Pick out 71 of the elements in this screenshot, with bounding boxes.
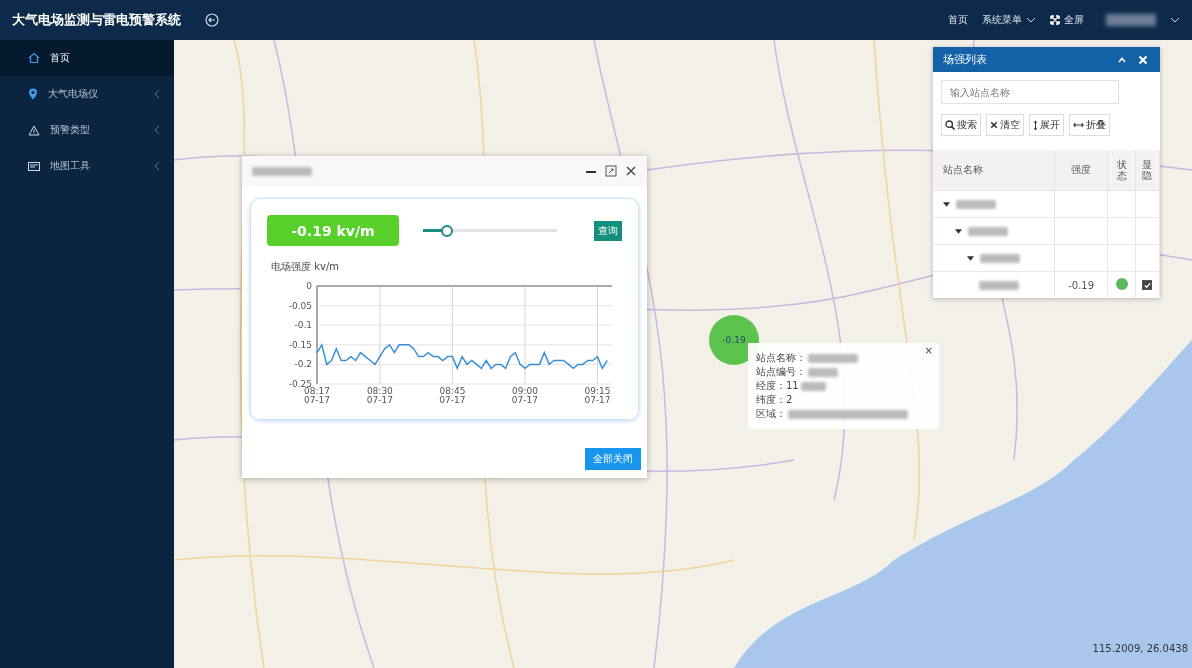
popup-field-label: 站点名称： bbox=[756, 351, 806, 365]
x-tick-label: 08:17 07-17 bbox=[303, 386, 331, 405]
card-icon bbox=[28, 161, 40, 171]
redacted-station-name bbox=[956, 199, 996, 209]
x-tick-label: 09:15 07-17 bbox=[584, 386, 611, 405]
field-strength-reading: -0.19 kv/m bbox=[267, 215, 399, 246]
station-search-field[interactable]: 输入站点名称 bbox=[941, 80, 1119, 104]
location-pin-icon bbox=[28, 88, 38, 100]
close-icon[interactable] bbox=[625, 165, 637, 177]
axis-title: 电场强度 kv/m bbox=[271, 260, 339, 274]
collapse-icon[interactable] bbox=[205, 13, 219, 27]
redacted-value bbox=[808, 367, 838, 377]
caret-icon bbox=[1026, 17, 1036, 23]
redacted-value bbox=[800, 381, 826, 391]
popup-close[interactable]: × bbox=[924, 345, 933, 356]
strength-value: -0.19 bbox=[1068, 279, 1095, 291]
horizontal-arrows-icon bbox=[1073, 122, 1084, 128]
redacted-station-name bbox=[968, 226, 1008, 236]
redacted-value bbox=[808, 353, 858, 363]
app-title: 大气电场监测与雷电预警系统 bbox=[12, 11, 181, 29]
y-tick-label: -0.1 bbox=[294, 320, 312, 331]
y-tick-label: -0.2 bbox=[294, 359, 312, 370]
x-tick-label: 08:45 07-17 bbox=[439, 386, 466, 405]
toolbar-button[interactable]: 清空 bbox=[986, 114, 1024, 136]
fullscreen-icon bbox=[1050, 15, 1060, 25]
maximize-icon[interactable] bbox=[605, 165, 617, 177]
column-header: 站点名称 bbox=[943, 164, 983, 175]
redacted-title bbox=[252, 166, 312, 176]
warning-icon bbox=[28, 124, 40, 136]
search-icon bbox=[945, 120, 955, 130]
sidebar-item[interactable]: 大气电场仪 bbox=[0, 76, 174, 112]
menu-label: 大气电场仪 bbox=[48, 87, 99, 101]
x-tick-label: 09:00 07-17 bbox=[511, 386, 539, 405]
expand-caret-icon[interactable] bbox=[955, 228, 962, 234]
popup-field-label: 站点编号： bbox=[756, 365, 806, 379]
sidebar-item[interactable]: 地图工具 bbox=[0, 148, 174, 184]
y-tick-label: -0.05 bbox=[288, 300, 312, 311]
popup-field-label: 区域： bbox=[756, 407, 786, 421]
expand-caret-icon[interactable] bbox=[967, 255, 974, 261]
popup-field-label: 纬度：2 bbox=[756, 393, 793, 407]
collapse-up-icon[interactable] bbox=[1118, 56, 1126, 63]
toolbar-button[interactable]: 折叠 bbox=[1069, 114, 1110, 136]
toolbar-button[interactable]: 展开 bbox=[1029, 114, 1064, 136]
visibility-checkbox[interactable] bbox=[1142, 280, 1153, 290]
toolbar-button[interactable]: 搜索 bbox=[941, 114, 981, 136]
home-icon bbox=[28, 52, 40, 64]
sidebar-item[interactable]: 首页 bbox=[0, 40, 174, 76]
panel-title: 场强列表 bbox=[943, 52, 987, 67]
fullscreen-button[interactable]: 全屏 bbox=[1050, 13, 1084, 27]
column-header: 强度 bbox=[1071, 164, 1092, 175]
redacted-station-name bbox=[980, 253, 1020, 263]
popup-field-label: 经度：11 bbox=[756, 379, 799, 393]
column-header: 显隐 bbox=[1142, 159, 1153, 181]
caret-icon[interactable] bbox=[1170, 17, 1180, 23]
query-button[interactable]: 查询 bbox=[594, 220, 622, 241]
y-tick-label: -0.15 bbox=[288, 339, 312, 350]
expand-caret-icon[interactable] bbox=[943, 201, 950, 207]
menu-label: 首页 bbox=[50, 51, 71, 65]
column-header: 状态 bbox=[1116, 159, 1127, 181]
x-tick-label: 08:30 07-17 bbox=[366, 386, 393, 405]
redacted-station-name bbox=[979, 280, 1019, 290]
menu-label: 预警类型 bbox=[50, 123, 91, 137]
menu-label: 地图工具 bbox=[50, 159, 91, 173]
clear-icon bbox=[990, 121, 998, 129]
vertical-arrows-icon bbox=[1033, 119, 1038, 131]
cursor-coordinates: 115.2009, 26.0438 bbox=[1092, 643, 1188, 654]
system-menu[interactable]: 系统菜单 bbox=[982, 13, 1036, 27]
slider-thumb[interactable] bbox=[441, 224, 454, 237]
sidebar-item[interactable]: 预警类型 bbox=[0, 112, 174, 148]
y-tick-label: 0 bbox=[306, 281, 312, 291]
nav-link[interactable]: 首页 bbox=[948, 13, 968, 27]
